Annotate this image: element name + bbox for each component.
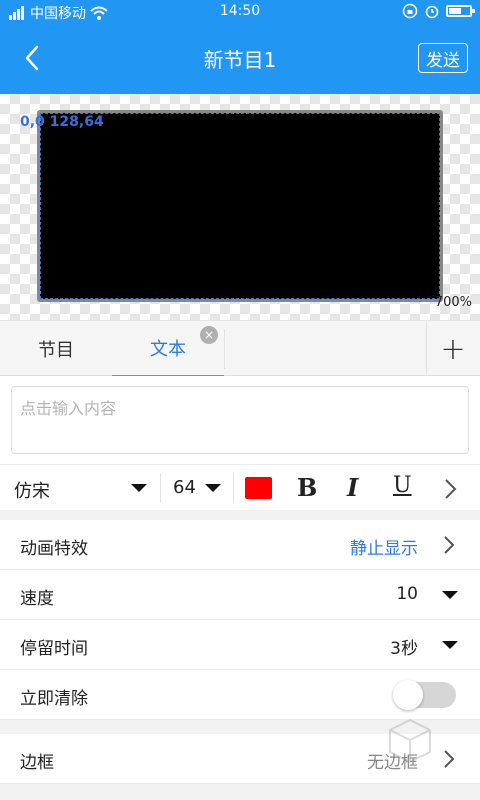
coords-label: 0,0 128,64 [20, 114, 104, 130]
text-color-swatch[interactable] [245, 477, 272, 499]
animation-row[interactable]: 动画特效 静止显示 [0, 520, 480, 570]
led-screen[interactable] [40, 113, 440, 299]
italic-button[interactable]: I [347, 473, 358, 502]
close-tab-icon[interactable]: × [200, 326, 218, 344]
size-dropdown-icon[interactable] [205, 484, 221, 492]
tab-program[interactable]: 节目 [0, 321, 112, 377]
text-input-area [0, 376, 480, 464]
speed-value: 10 [396, 584, 418, 604]
alarm-icon [425, 5, 439, 19]
battery-icon [446, 5, 475, 17]
format-toolbar: 仿宋 64 B I U [0, 464, 480, 510]
tab-divider [224, 329, 225, 369]
toolbar-divider [160, 473, 161, 503]
underline-button[interactable]: U [393, 473, 412, 498]
send-button[interactable]: 发送 [418, 43, 468, 73]
page-title: 新节目1 [203, 48, 277, 72]
chevron-right-icon[interactable] [440, 477, 460, 501]
zoom-label: 700% [434, 295, 472, 310]
stay-time-value: 3秒 [390, 639, 418, 659]
size-select[interactable]: 64 [173, 477, 196, 498]
bold-button[interactable]: B [297, 473, 317, 502]
font-dropdown-icon[interactable] [131, 484, 147, 492]
tab-bar: 节目 文本 × + [0, 320, 480, 377]
border-label: 边框 [20, 753, 54, 773]
animation-value: 静止显示 [350, 539, 418, 559]
led-preview: 0,0 128,64 700% [0, 94, 480, 320]
status-bar: 中国移动 14:50 [0, 0, 480, 24]
stay-time-row[interactable]: 停留时间 3秒 [0, 620, 480, 670]
content-input[interactable] [11, 386, 469, 454]
add-tab-button[interactable]: + [426, 321, 480, 377]
toggle-knob [393, 680, 423, 710]
title-bar: 新节目1 发送 [0, 24, 480, 94]
watermark-cube-icon [389, 718, 431, 764]
lock-rotation-icon [402, 3, 418, 19]
chevron-right-icon [444, 536, 455, 554]
clear-now-label: 立即清除 [20, 689, 88, 709]
stay-time-label: 停留时间 [20, 639, 88, 659]
clear-now-toggle[interactable] [393, 680, 456, 710]
speed-row[interactable]: 速度 10 [0, 570, 480, 620]
speed-dropdown-icon [442, 591, 458, 599]
battery-fill [449, 8, 461, 14]
app-header: 中国移动 14:50 新节目1 发送 [0, 0, 480, 94]
stay-time-dropdown-icon [442, 641, 458, 649]
status-right [402, 3, 475, 19]
font-select[interactable]: 仿宋 [14, 477, 50, 503]
speed-label: 速度 [20, 589, 54, 609]
toolbar-divider [233, 473, 234, 503]
animation-label: 动画特效 [20, 539, 88, 559]
